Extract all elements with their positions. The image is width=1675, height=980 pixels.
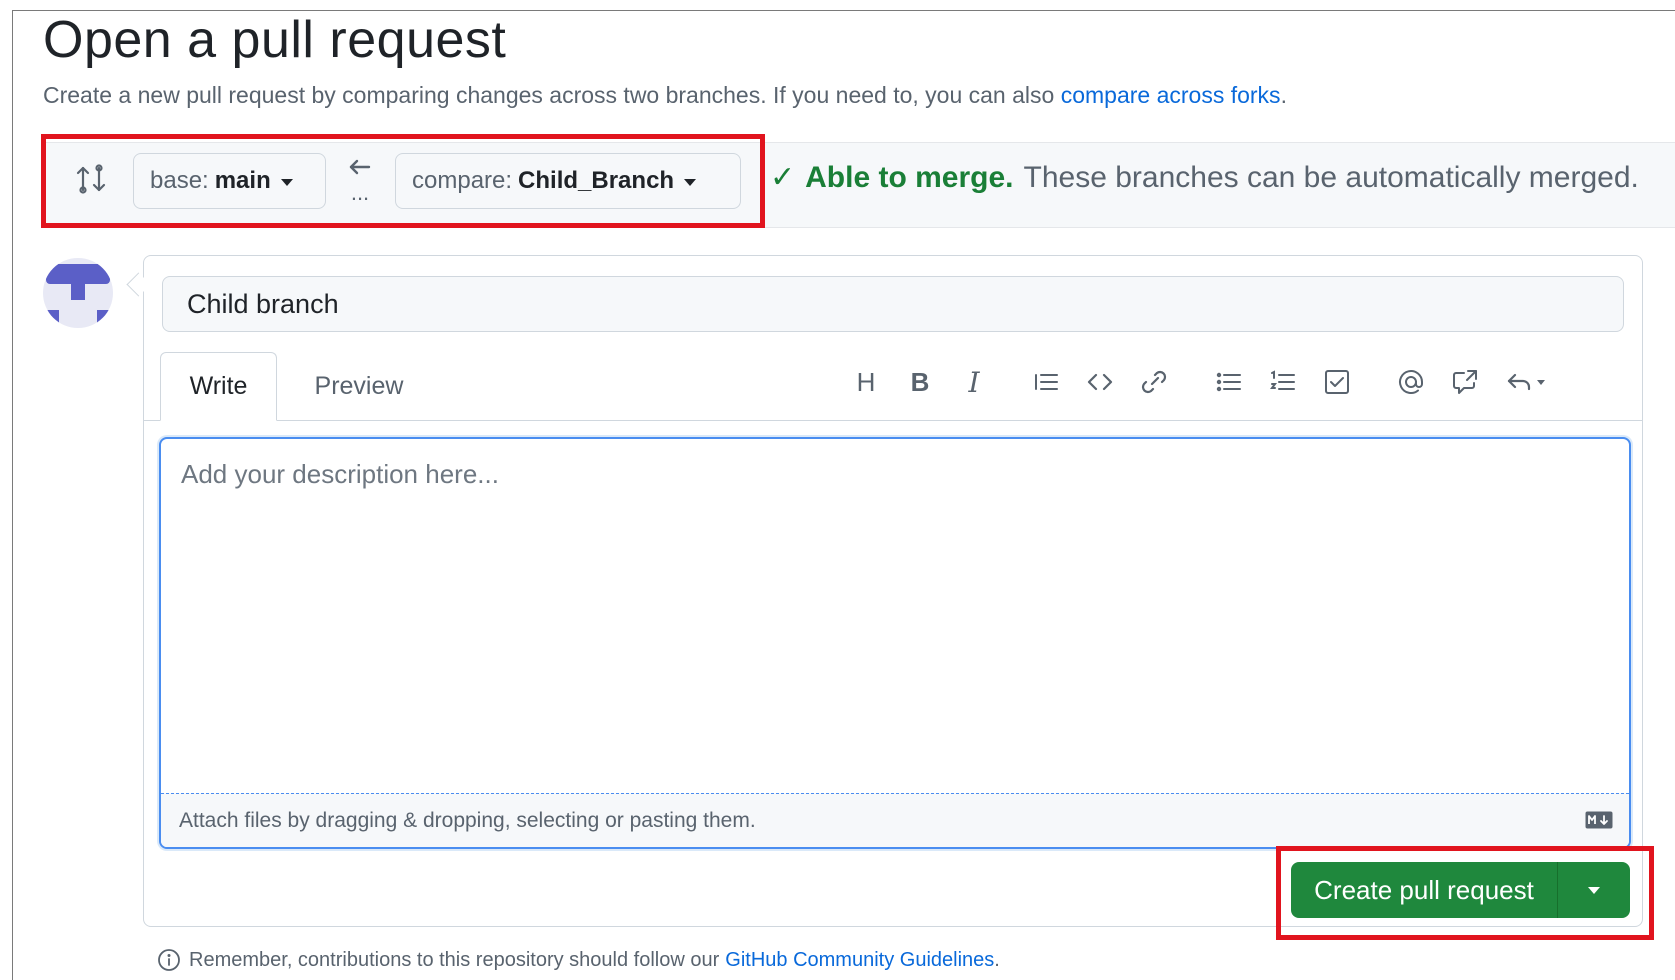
unordered-list-button[interactable]	[1209, 362, 1249, 402]
ordered-list-icon	[1270, 370, 1295, 390]
compare-across-forks-link[interactable]: compare across forks	[1061, 82, 1281, 108]
italic-button[interactable]: I	[954, 362, 994, 402]
task-list-icon	[1325, 370, 1349, 394]
markdown-toolbar-group-3	[1209, 362, 1371, 402]
highlight-box-create-button	[1276, 846, 1654, 940]
subtitle-end: .	[1280, 82, 1287, 108]
attach-files-text: Attach files by dragging & dropping, sel…	[179, 808, 756, 832]
ordered-list-button[interactable]	[1263, 362, 1303, 402]
description-textarea[interactable]	[161, 439, 1629, 794]
guidelines-text: Remember, contributions to this reposito…	[189, 948, 720, 971]
highlight-box-branches	[41, 134, 765, 228]
bold-button[interactable]: B	[900, 362, 940, 402]
merge-status-detail: These branches can be automatically merg…	[1023, 160, 1639, 194]
attach-files-bar[interactable]: Attach files by dragging & dropping, sel…	[161, 793, 1629, 847]
quote-icon	[1035, 374, 1058, 390]
reply-button[interactable]	[1499, 362, 1555, 402]
page-title: Open a pull request	[43, 11, 507, 69]
heading-button[interactable]: H	[846, 362, 886, 402]
mention-icon	[1399, 370, 1423, 394]
markdown-icon[interactable]	[1585, 811, 1613, 829]
check-icon: ✓	[770, 161, 796, 194]
cross-reference-icon	[1453, 370, 1477, 394]
page-subtitle: Create a new pull request by comparing c…	[43, 82, 1287, 109]
guidelines-note: Remember, contributions to this reposito…	[157, 948, 1000, 972]
community-guidelines-link[interactable]: GitHub Community Guidelines	[725, 949, 994, 972]
tab-preview[interactable]: Preview	[294, 352, 424, 420]
quote-button[interactable]	[1026, 362, 1066, 402]
description-editor: Attach files by dragging & dropping, sel…	[159, 437, 1631, 849]
avatar[interactable]	[43, 258, 113, 328]
merge-status-label: Able to merge.	[805, 160, 1014, 194]
task-list-button[interactable]	[1317, 362, 1357, 402]
markdown-toolbar-group-4	[1391, 362, 1569, 402]
code-icon	[1087, 373, 1113, 391]
merge-status: ✓ Able to merge. These branches can be a…	[770, 160, 1639, 195]
tab-write[interactable]: Write	[160, 352, 277, 421]
guidelines-end: .	[994, 948, 1000, 971]
mention-button[interactable]	[1391, 362, 1431, 402]
link-icon	[1141, 370, 1167, 394]
unordered-list-icon	[1216, 372, 1241, 392]
subtitle-text: Create a new pull request by comparing c…	[43, 82, 1055, 108]
link-button[interactable]	[1134, 362, 1174, 402]
markdown-toolbar: H B I	[846, 362, 1008, 402]
markdown-toolbar-group-2	[1026, 362, 1188, 402]
reply-icon	[1507, 373, 1545, 391]
code-button[interactable]	[1080, 362, 1120, 402]
cross-reference-button[interactable]	[1445, 362, 1485, 402]
pr-title-input[interactable]	[162, 276, 1624, 332]
info-icon	[158, 949, 180, 971]
